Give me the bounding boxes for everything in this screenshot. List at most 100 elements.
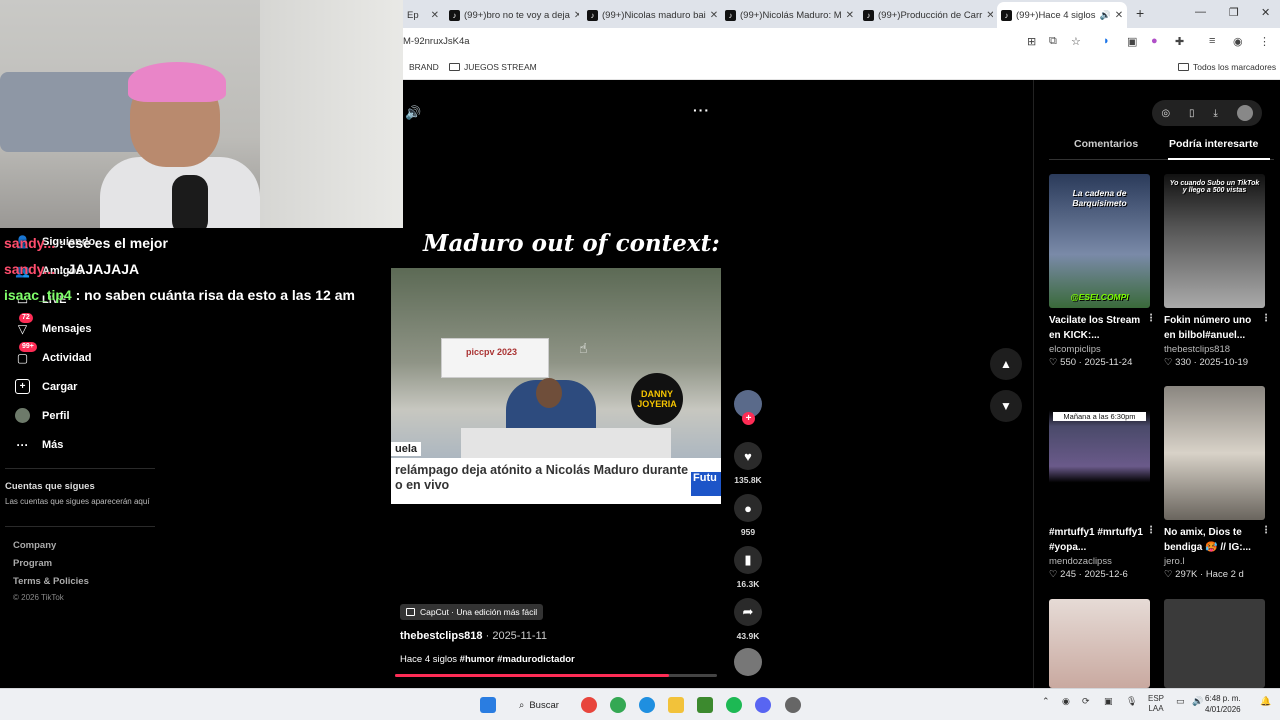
footer-link-program[interactable]: Program	[13, 558, 52, 569]
recommended-video-card[interactable]	[1164, 599, 1265, 688]
sidebar-item-mas[interactable]: ··· Más	[15, 437, 64, 452]
next-video-button[interactable]: ▼	[990, 390, 1022, 422]
chrome-icon[interactable]	[581, 697, 597, 713]
tray-app-icon[interactable]: ▣	[1104, 696, 1113, 707]
speaker-icon[interactable]: 🔊	[1099, 10, 1110, 21]
sidebar-item-mensajes[interactable]: ▽ 72 Mensajes	[15, 313, 92, 336]
network-icon[interactable]: ▭	[1176, 696, 1185, 707]
tab-5-active[interactable]: ♪ (99+)Hace 4 siglos 🔊 ✕	[997, 2, 1127, 28]
close-window-icon[interactable]: ✕	[1261, 6, 1270, 19]
tray-chevron-icon[interactable]: ⌃	[1042, 696, 1050, 707]
card-user[interactable]: elcompiclips	[1049, 344, 1150, 355]
sidebar-item-actividad[interactable]: ▢ 99+ Actividad	[15, 342, 92, 365]
tab-podria-interesarte[interactable]: Podría interesarte	[1169, 138, 1258, 150]
sidebar-item-cargar[interactable]: + Cargar	[15, 379, 77, 394]
extension-icon[interactable]: ◗	[1103, 35, 1110, 47]
chrome-icon[interactable]	[610, 697, 626, 713]
card-user[interactable]: mendozaclipss	[1049, 556, 1150, 567]
all-bookmarks[interactable]: Todos los marcadores	[1178, 62, 1276, 72]
music-disc-icon[interactable]	[734, 648, 762, 676]
maximize-icon[interactable]: ❐	[1229, 6, 1239, 19]
tab-3[interactable]: ♪ (99+)Nicolás Maduro: M ✕	[721, 4, 855, 26]
discord-icon[interactable]	[755, 697, 771, 713]
tray-sync-icon[interactable]: ⟳	[1082, 696, 1090, 707]
volume-tray-icon[interactable]: 🔊	[1192, 696, 1203, 707]
card-title[interactable]: Vacilate los Stream en KICK:...	[1049, 313, 1145, 343]
recommended-video-card[interactable]	[1049, 599, 1150, 688]
volume-icon[interactable]: 🔊	[405, 105, 421, 121]
recommended-video-card[interactable]: La cadena de Barquisimeto @ESELCOMPI Vac…	[1049, 174, 1156, 368]
windows-start-icon[interactable]	[480, 697, 496, 713]
cast-icon[interactable]: ⧉	[1049, 35, 1057, 48]
menu-icon[interactable]: ⋮	[1259, 35, 1270, 48]
tray-app-icon[interactable]: ◉	[1062, 696, 1070, 707]
video-author[interactable]: thebestclips818 · 2025-11-11	[400, 630, 547, 642]
phone-icon[interactable]: ▯	[1189, 108, 1195, 119]
capcut-badge[interactable]: CapCut · Una edición más fácil	[400, 604, 544, 620]
app-icon[interactable]	[785, 697, 801, 713]
previous-video-button[interactable]: ▲	[990, 348, 1022, 380]
more-icon[interactable]: ⋮	[1261, 525, 1271, 536]
follow-plus-icon[interactable]: +	[742, 412, 755, 425]
url-field[interactable]: M-92nruxJsK4a	[403, 36, 470, 47]
creator-avatar[interactable]: +	[734, 390, 762, 425]
language-indicator[interactable]: ESP LAA	[1148, 694, 1164, 714]
extension-icon[interactable]: ▣	[1127, 35, 1137, 48]
spotify-icon[interactable]	[726, 697, 742, 713]
puzzle-icon[interactable]: ✚	[1175, 35, 1184, 48]
sidebar-item-perfil[interactable]: Perfil	[15, 408, 70, 423]
minimize-icon[interactable]: —	[1195, 6, 1206, 18]
recommended-video-card[interactable]: Mañana a las 6:30pm #mrtuffy1 #mrtuffy1 …	[1049, 386, 1156, 580]
card-user[interactable]: jero.l	[1164, 556, 1265, 567]
card-title[interactable]: Fokin número uno en bilbol#anuel...	[1164, 313, 1260, 343]
media-icon[interactable]: ≡	[1209, 35, 1215, 47]
more-options-icon[interactable]: ···	[693, 102, 710, 118]
new-tab-button[interactable]: +	[1136, 5, 1144, 21]
close-icon[interactable]: ✕	[431, 10, 439, 21]
tab-2[interactable]: ♪ (99+)Nicolas maduro bai ✕	[583, 4, 717, 26]
video-thumbnail[interactable]: Yo cuando Subo un TikTok y llego a 500 v…	[1164, 174, 1265, 308]
taskbar-search[interactable]: ⌕ Buscar	[507, 695, 567, 715]
like-button[interactable]: ♥ 135.8K	[733, 442, 763, 485]
video-thumbnail[interactable]	[1164, 386, 1265, 520]
translate-icon[interactable]: ⊞	[1027, 35, 1036, 48]
extension-icon[interactable]: ●	[1151, 35, 1158, 47]
video-thumbnail[interactable]	[1164, 599, 1265, 688]
close-icon[interactable]: ✕	[1115, 10, 1123, 21]
tray-mic-icon[interactable]: 🎙	[1126, 696, 1137, 707]
save-button[interactable]: ▮ 16.3K	[733, 546, 763, 589]
bookmark-brand[interactable]: BRAND	[409, 62, 439, 72]
video-thumbnail[interactable]: Mañana a las 6:30pm	[1049, 386, 1150, 520]
share-button[interactable]: ➦ 43.9K	[733, 598, 763, 641]
video-progress-bar[interactable]	[395, 674, 717, 677]
star-icon[interactable]: ☆	[1071, 35, 1081, 48]
close-icon[interactable]: ✕	[986, 10, 993, 21]
tab-1[interactable]: ♪ (99+)bro no te voy a deja ✕	[445, 4, 579, 26]
card-title[interactable]: #mrtuffy1 #mrtuffy1 #yopa...	[1049, 525, 1145, 555]
edge-icon[interactable]	[639, 697, 655, 713]
recommended-video-card[interactable]: No amix, Dios te bendiga 🥵 // IG:... jer…	[1164, 386, 1271, 580]
comment-button[interactable]: ● 959	[733, 494, 763, 537]
video-thumbnail[interactable]: La cadena de Barquisimeto @ESELCOMPI	[1049, 174, 1150, 308]
footer-link-terms[interactable]: Terms & Policies	[13, 576, 89, 587]
close-icon[interactable]: ✕	[846, 10, 854, 21]
more-icon[interactable]: ⋮	[1146, 525, 1156, 536]
more-icon[interactable]: ⋮	[1261, 313, 1271, 324]
card-title[interactable]: No amix, Dios te bendiga 🥵 // IG:...	[1164, 525, 1260, 555]
notification-icon[interactable]: 🔔	[1260, 696, 1271, 707]
close-icon[interactable]: ✕	[710, 10, 717, 21]
footer-link-company[interactable]: Company	[13, 540, 56, 551]
minecraft-icon[interactable]	[697, 697, 713, 713]
profile-icon[interactable]: ◉	[1233, 35, 1243, 48]
video-player[interactable]: 🔊 ··· Maduro out of context: piccpv 2023…	[391, 80, 1033, 688]
clock[interactable]: 6:48 p. m. 4/01/2026	[1205, 693, 1241, 715]
close-icon[interactable]: ✕	[574, 10, 579, 21]
profile-avatar[interactable]	[1236, 105, 1253, 121]
tab-4[interactable]: ♪ (99+)Producción de Carr ✕	[859, 4, 993, 26]
download-icon[interactable]: ⤓	[1213, 108, 1217, 119]
video-thumbnail[interactable]	[1049, 599, 1150, 688]
more-icon[interactable]: ⋮	[1146, 313, 1156, 324]
tab-comentarios[interactable]: Comentarios	[1074, 138, 1138, 150]
file-explorer-icon[interactable]	[668, 697, 684, 713]
coin-icon[interactable]: ◎	[1161, 108, 1170, 119]
